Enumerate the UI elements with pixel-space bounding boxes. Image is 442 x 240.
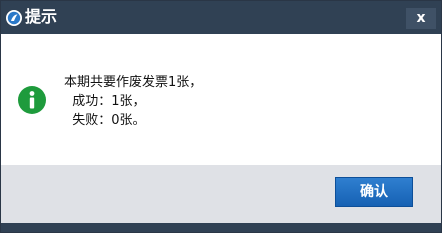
dialog-window: 提示 x 本期共要作废发票1张， 成功：1张， 失败：0张。 确认 [0, 0, 442, 233]
message-line-2: 成功：1张， [64, 94, 146, 109]
title-bar[interactable]: 提示 x [1, 1, 441, 34]
info-icon [18, 86, 46, 114]
window-title: 提示 [25, 7, 58, 26]
message-line-3: 失败：0张。 [64, 113, 146, 128]
message-area: 本期共要作废发票1张， 成功：1张， 失败：0张。 [1, 34, 441, 165]
message-text: 本期共要作废发票1张， 成功：1张， 失败：0张。 [64, 73, 202, 130]
close-button[interactable]: x [406, 8, 436, 29]
app-logo-icon [6, 10, 22, 26]
message-line-1: 本期共要作废发票1张， [64, 75, 203, 90]
window-bottom-border [1, 223, 441, 232]
button-bar: 确认 [1, 165, 441, 223]
confirm-button[interactable]: 确认 [335, 177, 413, 207]
